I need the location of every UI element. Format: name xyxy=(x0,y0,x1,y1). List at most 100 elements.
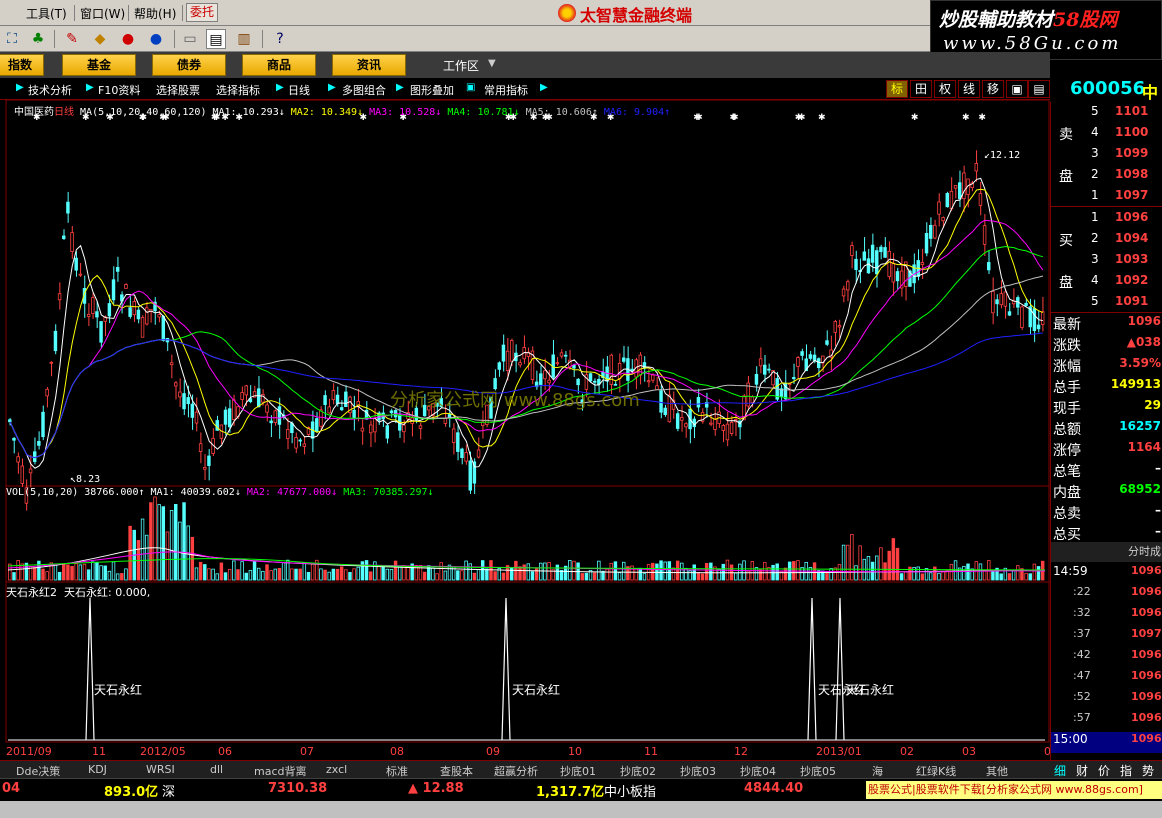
candle-body xyxy=(78,273,83,276)
indicator-tab[interactable]: 查股本 xyxy=(440,763,473,779)
sell-row[interactable]: 5 1101 xyxy=(1051,104,1162,125)
volume-bar xyxy=(174,504,178,581)
func-select-indicator[interactable]: 选择指标 xyxy=(216,82,260,98)
diamond-icon[interactable]: ◆ xyxy=(90,29,110,49)
tick-price: 1096 xyxy=(1131,690,1162,703)
tick-price: 1096 xyxy=(1131,648,1162,661)
indicator-tab[interactable]: 抄底05 xyxy=(800,763,836,779)
chart-icon[interactable]: ✎ xyxy=(62,29,82,49)
sell-row[interactable]: 4 1100 xyxy=(1051,125,1162,146)
quote-value: 149913 xyxy=(1110,377,1161,391)
tab-index[interactable]: 指数 xyxy=(0,54,44,76)
menu-help[interactable]: 帮助(H) xyxy=(134,5,176,22)
volume-value: 38766.000↑ xyxy=(84,487,145,498)
func-daily[interactable]: 日线 xyxy=(288,82,310,98)
red-circle-icon[interactable]: ● xyxy=(118,29,138,49)
indicator-tab[interactable]: dll xyxy=(210,763,223,776)
buy-row[interactable]: 1 1096 xyxy=(1051,210,1162,231)
layout-button[interactable]: ▤ xyxy=(1028,80,1050,98)
candle-body xyxy=(982,225,987,245)
panel-tab[interactable]: 财 xyxy=(1076,762,1088,779)
candle-body xyxy=(866,258,871,274)
indicator-tab[interactable]: macd背离 xyxy=(254,763,307,779)
indicator-tab[interactable]: 其他 xyxy=(986,763,1008,779)
ticks-header[interactable]: 分时成 xyxy=(1051,542,1162,562)
help-cursor-icon[interactable]: ? xyxy=(270,29,290,49)
binoculars-icon[interactable]: ⛶ xyxy=(2,29,22,49)
func-technical-analysis[interactable]: 技术分析 xyxy=(28,82,72,98)
alert-icon[interactable]: ♣ xyxy=(28,29,48,49)
tab-bond[interactable]: 债券 xyxy=(152,54,226,76)
buy-row[interactable]: 5 1091 xyxy=(1051,294,1162,315)
indicator-tab[interactable]: KDJ xyxy=(88,763,107,776)
quote-label: 现手 xyxy=(1053,401,1081,417)
books-icon[interactable]: ▥ xyxy=(234,29,254,49)
sell-row[interactable]: 2 1098 xyxy=(1051,167,1162,188)
move-button[interactable]: 移 xyxy=(982,80,1004,98)
chart-area[interactable]: ✱ ✱ ✱ ✱ ✱ ✱ ✱ ✱ ✱ ✱ ✱ ✱ ✱ ✱ ✱ ✱ ✱ ✱ ✱ ✱ ✱ ✱ ✱ ✱ ✱ ✱ ✱ ✱ ✱ ✱ 中国医药日线 MA… xyxy=(0,100,1058,760)
volume-bar xyxy=(485,568,489,581)
panel-tab[interactable]: 势 xyxy=(1142,762,1154,779)
candle-body xyxy=(949,190,954,210)
stock-code-box[interactable]: 600056 中 xyxy=(1050,78,1162,102)
kline-chart[interactable]: ✱✱ ✱✱ ✱ ✱✱ ✱✱ ✱ ✱✱ ✱✱✱ ✱ ✱✱✱ ✱✱ ✱ ✱ ✱✱✱ ✱✱ ✱✱ xyxy=(0,100,1050,760)
window-icon[interactable]: ▤ xyxy=(206,29,226,49)
func-f10[interactable]: F10资料 xyxy=(98,82,140,98)
volume-bar xyxy=(157,504,161,581)
indicator-tab[interactable]: 抄底02 xyxy=(620,763,656,779)
volume-bar xyxy=(580,573,584,581)
volume-bar xyxy=(252,560,257,581)
workspace-label[interactable]: 工作区 xyxy=(443,57,479,74)
panel-tab[interactable]: 指 xyxy=(1120,762,1132,779)
volume-bar xyxy=(37,560,41,581)
trade-button[interactable]: 委托 xyxy=(186,3,218,22)
blue-circle-icon[interactable]: ● xyxy=(146,29,166,49)
indicator-tab[interactable]: 红绿K线 xyxy=(916,763,956,779)
func-overlay[interactable]: 图形叠加 xyxy=(410,82,454,98)
menu-tools[interactable]: 工具(T) xyxy=(26,5,67,22)
panel-tab[interactable]: 价 xyxy=(1098,762,1110,779)
buy-row[interactable]: 4 1092 xyxy=(1051,273,1162,294)
mark-button[interactable]: 标 xyxy=(886,80,908,98)
tab-commodity[interactable]: 商品 xyxy=(242,54,316,76)
indicator-tab[interactable]: WRSI xyxy=(146,763,175,776)
indicator-tab[interactable]: 标准 xyxy=(386,763,408,779)
candle-body xyxy=(696,397,701,408)
sell-row[interactable]: 3 1099 xyxy=(1051,146,1162,167)
print-icon[interactable]: ▭ xyxy=(180,29,200,49)
indicator-tab[interactable]: 超赢分析 xyxy=(494,763,538,779)
buy-row[interactable]: 2 1094 xyxy=(1051,231,1162,252)
indicator-tab[interactable]: 抄底03 xyxy=(680,763,716,779)
tick-price: 1096 xyxy=(1131,711,1162,724)
candle-body xyxy=(232,399,236,420)
menu-window[interactable]: 窗口(W) xyxy=(80,5,125,22)
tab-news[interactable]: 资讯 xyxy=(332,54,406,76)
rights-button[interactable]: 权 xyxy=(934,80,956,98)
sell-row[interactable]: 1 1097 xyxy=(1051,188,1162,209)
func-common-indicators[interactable]: 常用指标 xyxy=(484,82,528,98)
volume-bar xyxy=(107,570,112,581)
indicator-tab[interactable]: 抄底01 xyxy=(560,763,596,779)
ma6-value: MA6: 9.904↑ xyxy=(603,107,671,118)
status-ad-link[interactable]: 股票公式|股票软件下载[分析家公式网 www.88gs.com] xyxy=(866,781,1162,799)
ad-banner[interactable]: 炒股輔助教材58股网 www.58Gu.com xyxy=(930,0,1162,60)
volume-bar xyxy=(704,563,709,581)
window-toggle-button[interactable]: ▣ xyxy=(1006,80,1028,98)
status-sz-index: 7310.38 xyxy=(268,781,328,796)
volume-bar xyxy=(78,564,83,581)
volume-bar xyxy=(128,525,132,581)
indicator-tab[interactable]: zxcl xyxy=(326,763,347,776)
indicator-tab[interactable]: Dde决策 xyxy=(16,763,60,779)
tab-fund[interactable]: 基金 xyxy=(62,54,136,76)
func-select-stock[interactable]: 选择股票 xyxy=(156,82,200,98)
indicator-tab[interactable]: 海 xyxy=(872,763,883,779)
func-multi-chart[interactable]: 多图组合 xyxy=(342,82,386,98)
panel-tab[interactable]: 细 xyxy=(1054,762,1066,779)
quote-label: 涨停 xyxy=(1053,443,1081,459)
buy-row[interactable]: 3 1093 xyxy=(1051,252,1162,273)
grid-button[interactable]: 田 xyxy=(910,80,932,98)
indicator-tab[interactable]: 抄底04 xyxy=(740,763,776,779)
line-button[interactable]: 线 xyxy=(958,80,980,98)
volume-bar xyxy=(219,562,224,581)
chevron-down-icon[interactable]: ▼ xyxy=(488,58,496,69)
